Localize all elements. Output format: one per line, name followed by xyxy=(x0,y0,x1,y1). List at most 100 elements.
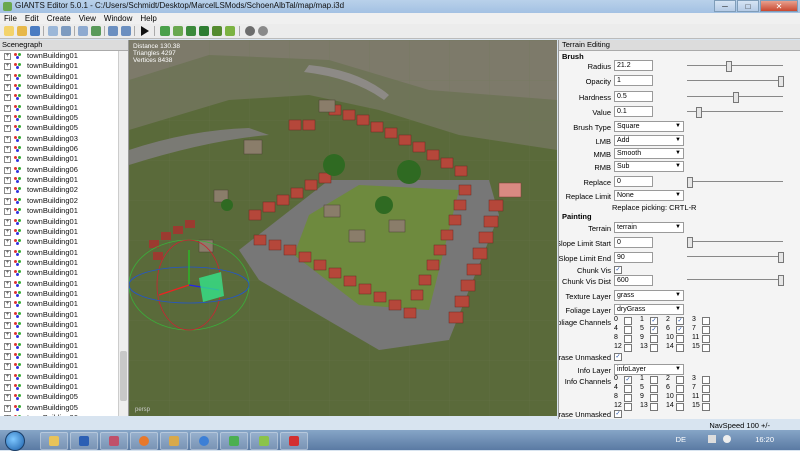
expand-icon[interactable]: + xyxy=(4,135,11,143)
scenegraph-item[interactable]: + townBuilding01 xyxy=(0,82,118,92)
lmb-select[interactable]: Add ▼ xyxy=(614,135,684,146)
channel-checkbox[interactable] xyxy=(676,385,684,393)
channel-checkbox[interactable] xyxy=(676,376,684,384)
chunk-vis-dist-input[interactable]: 600 xyxy=(614,275,653,286)
scenegraph-item[interactable]: + townBuilding01 xyxy=(0,61,118,71)
import-icon[interactable] xyxy=(48,26,58,36)
expand-icon[interactable]: + xyxy=(4,301,11,309)
scenegraph-item[interactable]: + townBuilding06 xyxy=(0,413,118,416)
channel-checkbox[interactable]: ✓ xyxy=(676,317,684,325)
scenegraph-item[interactable]: + townBuilding01 xyxy=(0,206,118,216)
texture-layer-select[interactable]: grass ▼ xyxy=(614,290,684,301)
network-icon[interactable] xyxy=(708,435,716,443)
hardness-input[interactable]: 0.5 xyxy=(614,91,653,102)
radius-input[interactable]: 21.2 xyxy=(614,60,653,71)
replace-slider[interactable] xyxy=(687,177,783,188)
new-file-icon[interactable] xyxy=(4,26,14,36)
channel-checkbox[interactable] xyxy=(650,335,658,343)
scenegraph-item[interactable]: + townBuilding01 xyxy=(0,72,118,82)
replace-limit-select[interactable]: None ▼ xyxy=(614,190,684,201)
channel-checkbox[interactable] xyxy=(650,344,658,352)
slider-knob[interactable] xyxy=(687,237,693,248)
scenegraph-item[interactable]: + townBuilding01 xyxy=(0,289,118,299)
scenegraph-item[interactable]: + townBuilding01 xyxy=(0,217,118,227)
expand-icon[interactable]: + xyxy=(4,311,11,319)
taskbar-browser[interactable] xyxy=(190,432,218,450)
expand-icon[interactable]: + xyxy=(4,394,11,402)
volume-icon[interactable] xyxy=(723,435,731,443)
slider-knob[interactable] xyxy=(778,76,784,87)
terrain-select[interactable]: terrain ▼ xyxy=(614,222,684,233)
scenegraph-item[interactable]: + townBuilding05 xyxy=(0,113,118,123)
start-button[interactable] xyxy=(5,431,25,451)
scenegraph-item[interactable]: + townBuilding05 xyxy=(0,123,118,133)
scenegraph-item[interactable]: + townBuilding05 xyxy=(0,392,118,402)
slider-knob[interactable] xyxy=(733,92,739,103)
menu-view[interactable]: View xyxy=(75,13,100,24)
value-slider[interactable] xyxy=(687,107,783,118)
maximize-button[interactable]: □ xyxy=(737,0,759,12)
channel-checkbox[interactable] xyxy=(624,326,632,334)
expand-icon[interactable]: + xyxy=(4,63,11,71)
scenegraph-item[interactable]: + townBuilding01 xyxy=(0,279,118,289)
channel-checkbox[interactable] xyxy=(624,394,632,402)
scenegraph-item[interactable]: + townBuilding02 xyxy=(0,185,118,195)
erase-unmasked-2-checkbox[interactable]: ✓ xyxy=(614,410,622,418)
3d-viewport[interactable]: Distance 130.38 Triangles 4297 Vertices … xyxy=(129,40,557,416)
expand-icon[interactable]: + xyxy=(4,177,11,185)
replace-input[interactable]: 0 xyxy=(614,176,653,187)
channel-checkbox[interactable]: ✓ xyxy=(650,317,658,325)
channel-checkbox[interactable] xyxy=(702,317,710,325)
opacity-input[interactable]: 1 xyxy=(614,75,653,86)
scenegraph-item[interactable]: + townBuilding01 xyxy=(0,372,118,382)
channel-checkbox[interactable] xyxy=(624,344,632,352)
channel-checkbox[interactable] xyxy=(650,394,658,402)
channel-checkbox[interactable] xyxy=(624,385,632,393)
scenegraph-item[interactable]: + townBuilding01 xyxy=(0,258,118,268)
slider-knob[interactable] xyxy=(696,107,702,118)
undo-icon[interactable] xyxy=(108,26,118,36)
expand-icon[interactable]: + xyxy=(4,115,11,123)
expand-icon[interactable]: + xyxy=(4,352,11,360)
expand-icon[interactable]: + xyxy=(4,84,11,92)
taskbar-editor[interactable] xyxy=(220,432,248,450)
terrain-sculpt-icon[interactable] xyxy=(199,26,209,36)
foliage-paint-icon[interactable] xyxy=(225,26,235,36)
mmb-select[interactable]: Smooth ▼ xyxy=(614,148,684,159)
gear-icon[interactable] xyxy=(245,26,255,36)
expand-icon[interactable]: + xyxy=(4,187,11,195)
radius-slider[interactable] xyxy=(687,61,783,72)
channel-checkbox[interactable] xyxy=(702,344,710,352)
channel-checkbox[interactable] xyxy=(702,394,710,402)
expand-icon[interactable]: + xyxy=(4,218,11,226)
expand-icon[interactable]: + xyxy=(4,321,11,329)
scenegraph-item[interactable]: + townBuilding01 xyxy=(0,154,118,164)
expand-icon[interactable]: + xyxy=(4,208,11,216)
scenegraph-item[interactable]: + townBuilding01 xyxy=(0,382,118,392)
save-icon[interactable] xyxy=(30,26,40,36)
channel-checkbox[interactable] xyxy=(676,394,684,402)
erase-unmasked-checkbox[interactable]: ✓ xyxy=(614,353,622,361)
channel-checkbox[interactable] xyxy=(702,376,710,384)
scenegraph-item[interactable]: + townBuilding01 xyxy=(0,310,118,320)
refresh-icon[interactable] xyxy=(78,26,88,36)
channel-checkbox[interactable] xyxy=(624,317,632,325)
scenegraph-item[interactable]: + townBuilding01 xyxy=(0,51,118,61)
slope-start-slider[interactable] xyxy=(687,237,783,248)
select-tool-icon[interactable] xyxy=(160,26,170,36)
export-icon[interactable] xyxy=(61,26,71,36)
expand-icon[interactable]: + xyxy=(4,259,11,267)
settings-icon[interactable] xyxy=(258,26,268,36)
expand-icon[interactable]: + xyxy=(4,104,11,112)
channel-checkbox[interactable] xyxy=(702,403,710,411)
hardness-slider[interactable] xyxy=(687,92,783,103)
expand-icon[interactable]: + xyxy=(4,249,11,257)
slider-knob[interactable] xyxy=(726,61,732,72)
channel-checkbox[interactable] xyxy=(676,335,684,343)
redo-icon[interactable] xyxy=(121,26,131,36)
expand-icon[interactable]: + xyxy=(4,166,11,174)
foliage-layer-select[interactable]: dryGrass ▼ xyxy=(614,304,684,315)
menu-file[interactable]: File xyxy=(0,13,21,24)
channel-checkbox[interactable]: ✓ xyxy=(676,326,684,334)
channel-checkbox[interactable] xyxy=(676,403,684,411)
